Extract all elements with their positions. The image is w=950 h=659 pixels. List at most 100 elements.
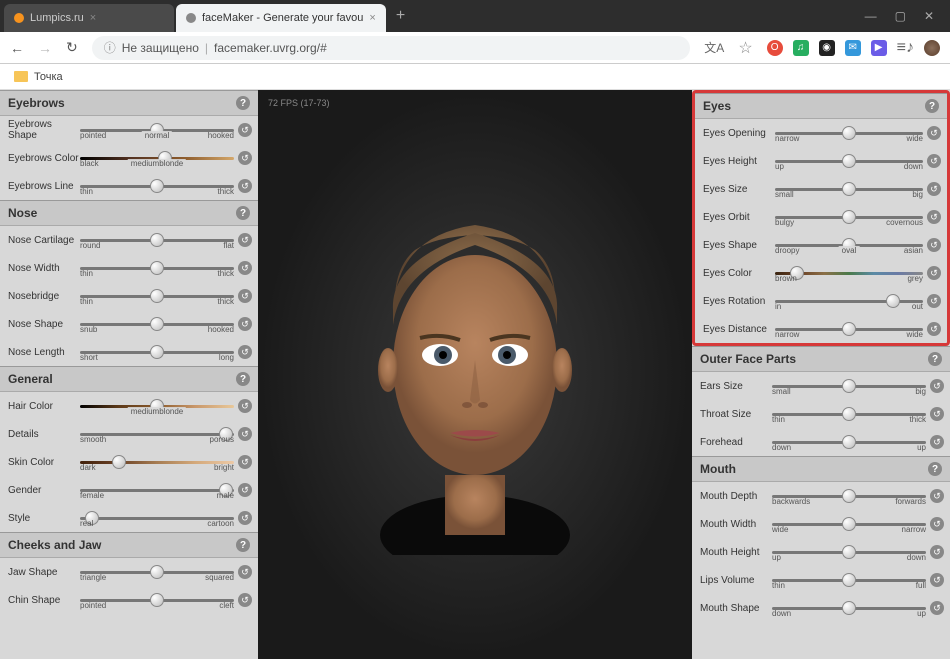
reset-icon[interactable]: ↺: [927, 294, 941, 308]
reset-icon[interactable]: ↺: [238, 427, 252, 441]
reset-icon[interactable]: ↺: [238, 317, 252, 331]
slider[interactable]: mediumblonde: [80, 394, 234, 418]
star-icon[interactable]: ☆: [738, 38, 752, 58]
slider[interactable]: thin full: [772, 568, 926, 592]
reset-icon[interactable]: ↺: [930, 601, 944, 615]
slider-thumb[interactable]: [842, 407, 856, 421]
reset-icon[interactable]: ↺: [238, 233, 252, 247]
reset-icon[interactable]: ↺: [930, 573, 944, 587]
translate-icon[interactable]: 文A: [704, 39, 724, 56]
slider-thumb[interactable]: [150, 345, 164, 359]
slider-thumb[interactable]: [150, 261, 164, 275]
slider[interactable]: round flat: [80, 228, 234, 252]
extension-icon[interactable]: ◉: [819, 40, 835, 56]
slider-thumb[interactable]: [150, 179, 164, 193]
reset-icon[interactable]: ↺: [238, 455, 252, 469]
slider-thumb[interactable]: [150, 289, 164, 303]
reset-icon[interactable]: ↺: [927, 182, 941, 196]
extension-icon[interactable]: ♫: [793, 40, 809, 56]
reset-icon[interactable]: ↺: [927, 266, 941, 280]
browser-tab[interactable]: faceMaker - Generate your favou×: [176, 4, 386, 32]
slider[interactable]: triangle squared: [80, 560, 234, 584]
slider[interactable]: backwards forwards: [772, 484, 926, 508]
reset-icon[interactable]: ↺: [238, 345, 252, 359]
slider-thumb[interactable]: [150, 233, 164, 247]
slider[interactable]: wide narrow: [772, 512, 926, 536]
tab-close-icon[interactable]: ×: [369, 12, 375, 24]
slider-thumb[interactable]: [842, 489, 856, 503]
slider[interactable]: down up: [772, 430, 926, 454]
slider[interactable]: thin thick: [772, 402, 926, 426]
slider[interactable]: pointed hooked normal: [80, 118, 234, 142]
slider-thumb[interactable]: [150, 593, 164, 607]
slider-thumb[interactable]: [842, 379, 856, 393]
slider[interactable]: up down: [772, 540, 926, 564]
close-button[interactable]: ✕: [924, 9, 934, 23]
slider[interactable]: bulgy covernous: [775, 205, 923, 229]
slider-thumb[interactable]: [842, 154, 856, 168]
slider[interactable]: thin thick: [80, 174, 234, 198]
slider-thumb[interactable]: [112, 455, 126, 469]
slider[interactable]: brown grey: [775, 261, 923, 285]
reset-icon[interactable]: ↺: [238, 593, 252, 607]
slider[interactable]: narrow wide: [775, 317, 923, 341]
reset-icon[interactable]: ↺: [927, 322, 941, 336]
slider[interactable]: thin thick: [80, 256, 234, 280]
tab-close-icon[interactable]: ×: [90, 12, 96, 24]
slider-thumb[interactable]: [886, 294, 900, 308]
slider-thumb[interactable]: [842, 545, 856, 559]
reset-icon[interactable]: ↺: [930, 407, 944, 421]
reset-icon[interactable]: ↺: [238, 289, 252, 303]
bookmark-item[interactable]: Точка: [34, 71, 63, 83]
slider-thumb[interactable]: [842, 182, 856, 196]
slider[interactable]: dark bright: [80, 450, 234, 474]
slider[interactable]: black mediumblonde: [80, 146, 234, 170]
slider[interactable]: pointed cleft: [80, 588, 234, 612]
reset-icon[interactable]: ↺: [927, 154, 941, 168]
slider-thumb[interactable]: [842, 210, 856, 224]
browser-tab[interactable]: Lumpics.ru×: [4, 4, 174, 32]
reset-icon[interactable]: ↺: [930, 517, 944, 531]
reset-icon[interactable]: ↺: [238, 565, 252, 579]
back-button[interactable]: ←: [10, 40, 24, 56]
help-icon[interactable]: ?: [236, 372, 250, 386]
slider-thumb[interactable]: [842, 601, 856, 615]
avatar-icon[interactable]: [924, 40, 940, 56]
slider-thumb[interactable]: [842, 126, 856, 140]
reset-icon[interactable]: ↺: [238, 179, 252, 193]
help-icon[interactable]: ?: [925, 99, 939, 113]
help-icon[interactable]: ?: [928, 352, 942, 366]
reset-icon[interactable]: ↺: [927, 210, 941, 224]
help-icon[interactable]: ?: [236, 96, 250, 110]
slider-thumb[interactable]: [150, 317, 164, 331]
reset-icon[interactable]: ↺: [930, 379, 944, 393]
slider[interactable]: in out: [775, 289, 923, 313]
slider[interactable]: droopy asian oval: [775, 233, 923, 257]
playlist-icon[interactable]: ≡♪: [897, 39, 914, 57]
slider[interactable]: real cartoon: [80, 506, 234, 530]
minimize-button[interactable]: —: [865, 9, 877, 23]
reload-button[interactable]: ↻: [66, 39, 78, 56]
reset-icon[interactable]: ↺: [927, 126, 941, 140]
slider[interactable]: down up: [772, 596, 926, 620]
reset-icon[interactable]: ↺: [238, 483, 252, 497]
slider[interactable]: female male: [80, 478, 234, 502]
new-tab-button[interactable]: +: [388, 7, 413, 25]
slider-thumb[interactable]: [842, 435, 856, 449]
help-icon[interactable]: ?: [928, 462, 942, 476]
reset-icon[interactable]: ↺: [238, 123, 252, 137]
reset-icon[interactable]: ↺: [238, 511, 252, 525]
slider[interactable]: small big: [775, 177, 923, 201]
slider-thumb[interactable]: [842, 573, 856, 587]
extension-icon[interactable]: O: [767, 40, 783, 56]
slider[interactable]: thin thick: [80, 284, 234, 308]
slider-thumb[interactable]: [842, 322, 856, 336]
extension-icon[interactable]: ▶: [871, 40, 887, 56]
slider-thumb[interactable]: [842, 517, 856, 531]
reset-icon[interactable]: ↺: [238, 261, 252, 275]
slider[interactable]: narrow wide: [775, 121, 923, 145]
face-viewport[interactable]: 72 FPS (17-73): [258, 90, 692, 659]
help-icon[interactable]: ?: [236, 206, 250, 220]
reset-icon[interactable]: ↺: [927, 238, 941, 252]
reset-icon[interactable]: ↺: [930, 435, 944, 449]
